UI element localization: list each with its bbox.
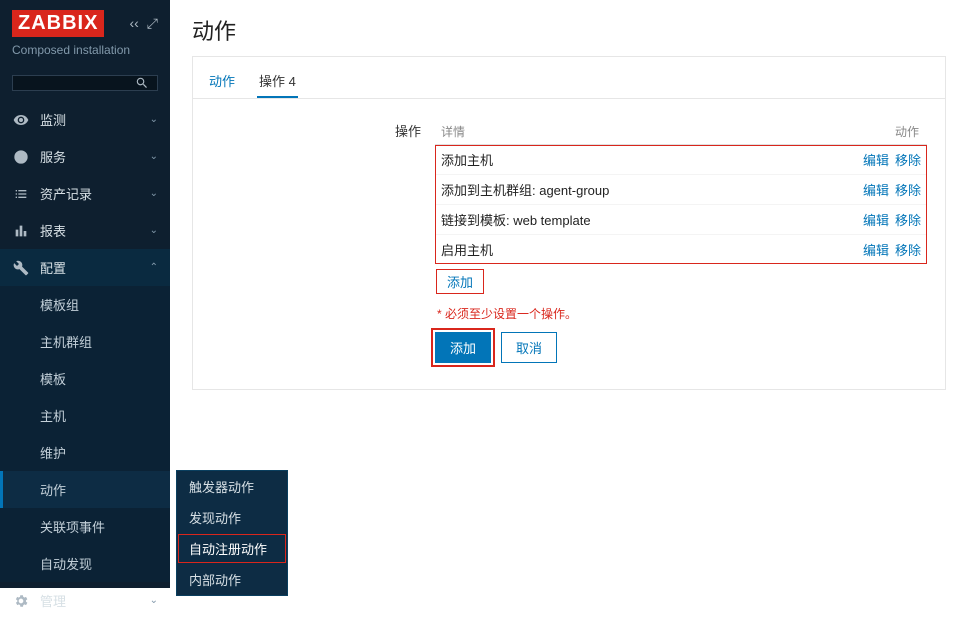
subnav-discovery[interactable]: 自动发现 [0,545,170,582]
nav-configuration[interactable]: 配置 ⌃ [0,249,170,286]
chevron-down-icon: ⌄ [150,151,158,162]
remove-link[interactable]: 移除 [895,213,921,228]
add-operation-link[interactable]: 添加 [447,275,473,290]
gear-icon [12,592,30,610]
main: 动作 动作 操作 4 操作 详情 动作 [170,0,968,588]
submit-button[interactable]: 添加 [435,332,491,363]
tab-operations[interactable]: 操作 4 [257,65,298,98]
operations-table: 详情 动作 添加主机 编辑移除 添加到主机群组: agent [435,119,927,264]
op-details: 添加主机 [435,145,789,175]
nav-label: 监测 [40,110,66,129]
sidebar: ZABBIX ‹‹ ⤢ Composed installation 监测 ⌄ 服… [0,0,170,588]
op-details: 启用主机 [435,235,789,265]
wrench-icon [12,259,30,277]
edit-link[interactable]: 编辑 [863,213,889,228]
flyout-autoreg-actions[interactable]: 自动注册动作 [177,533,287,564]
edit-link[interactable]: 编辑 [863,153,889,168]
edit-link[interactable]: 编辑 [863,183,889,198]
brand-subtitle: Composed installation [12,43,158,57]
nav-inventory[interactable]: 资产记录 ⌄ [0,175,170,212]
expand-icon[interactable]: ⤢ [147,15,158,32]
required-message: * 必须至少设置一个操作。 [437,305,925,322]
chevron-down-icon: ⌄ [150,188,158,199]
page-title: 动作 [170,0,968,56]
subnav-host-groups[interactable]: 主机群组 [0,323,170,360]
op-details: 链接到模板: web template [435,205,789,235]
table-row: 添加到主机群组: agent-group 编辑移除 [435,175,927,205]
cancel-button[interactable]: 取消 [501,332,557,363]
chart-icon [12,222,30,240]
flyout-internal-actions[interactable]: 内部动作 [177,564,287,595]
search-input[interactable] [12,75,158,91]
chevron-down-icon: ⌄ [150,114,158,125]
subnav-label: 动作 [40,483,66,498]
nav-label: 报表 [40,221,66,240]
op-details: 添加到主机群组: agent-group [435,175,789,205]
table-row: 链接到模板: web template 编辑移除 [435,205,927,235]
nav-monitoring[interactable]: 监测 ⌄ [0,101,170,138]
subnav-template-groups[interactable]: 模板组 [0,286,170,323]
table-row: 添加主机 编辑移除 [435,145,927,175]
subnav-actions[interactable]: 动作 ‹ [0,471,170,508]
list-icon [12,185,30,203]
col-action: 动作 [789,119,927,145]
subnav-maintenance[interactable]: 维护 [0,434,170,471]
operations-label: 操作 [211,119,421,363]
brand-logo[interactable]: ZABBIX [12,10,104,37]
remove-link[interactable]: 移除 [895,153,921,168]
nav-reports[interactable]: 报表 ⌄ [0,212,170,249]
flyout-discovery-actions[interactable]: 发现动作 [177,502,287,533]
nav-services[interactable]: 服务 ⌄ [0,138,170,175]
form-card: 动作 操作 4 操作 详情 动作 [192,56,946,390]
actions-flyout: 触发器动作 发现动作 自动注册动作 内部动作 [176,470,288,596]
tabs: 动作 操作 4 [193,57,945,99]
search-icon [135,76,149,90]
subnav-templates[interactable]: 模板 [0,360,170,397]
chevron-up-icon: ⌃ [150,262,158,273]
chevron-down-icon: ⌄ [150,225,158,236]
chevron-down-icon: ⌄ [150,595,158,606]
remove-link[interactable]: 移除 [895,183,921,198]
clock-icon [12,148,30,166]
col-details: 详情 [435,119,789,145]
edit-link[interactable]: 编辑 [863,243,889,258]
collapse-icon[interactable]: ‹‹ [129,15,138,32]
nav: 监测 ⌄ 服务 ⌄ 资产记录 ⌄ 报表 ⌄ 配置 ⌃ [0,101,170,619]
tab-action[interactable]: 动作 [207,65,237,98]
remove-link[interactable]: 移除 [895,243,921,258]
nav-label: 管理 [40,591,66,610]
subnav-hosts[interactable]: 主机 [0,397,170,434]
subnav-configuration: 模板组 主机群组 模板 主机 维护 动作 ‹ 关联项事件 自动发现 [0,286,170,582]
subnav-event-correlation[interactable]: 关联项事件 [0,508,170,545]
nav-label: 配置 [40,258,66,277]
nav-label: 资产记录 [40,184,92,203]
flyout-trigger-actions[interactable]: 触发器动作 [177,471,287,502]
eye-icon [12,111,30,129]
nav-label: 服务 [40,147,66,166]
table-row: 启用主机 编辑移除 [435,235,927,265]
